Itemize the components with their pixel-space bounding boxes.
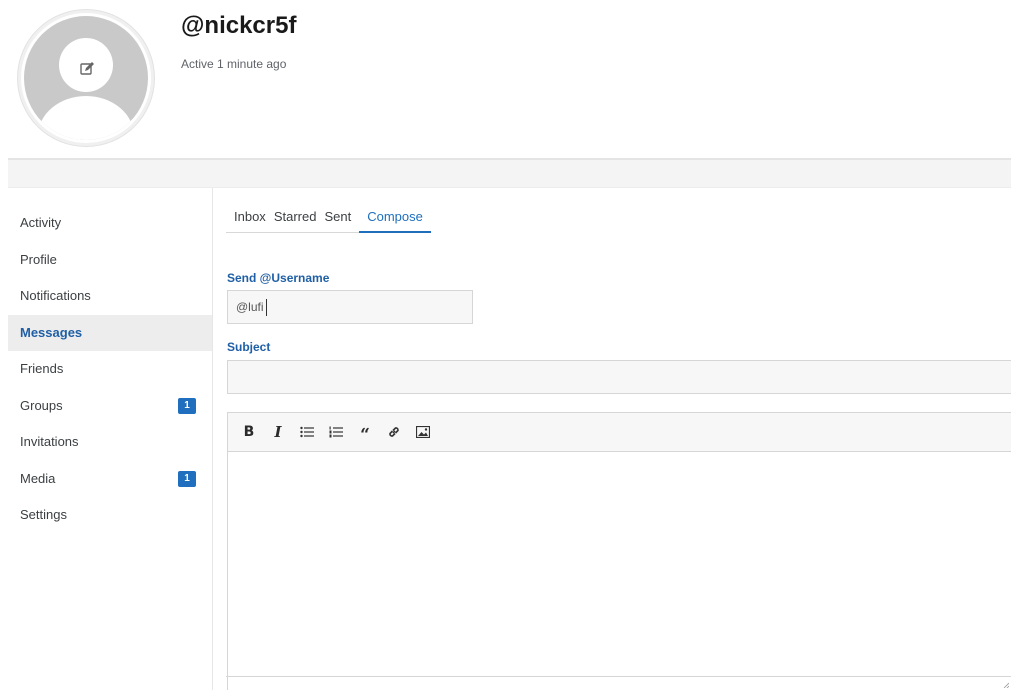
- activity-status: Active 1 minute ago: [181, 57, 287, 71]
- italic-icon[interactable]: I: [265, 419, 291, 445]
- message-body-textarea[interactable]: [228, 452, 1011, 677]
- sidebar: Activity Profile Notifications Messages …: [8, 205, 212, 534]
- tab-starred[interactable]: Starred: [274, 205, 325, 233]
- numbered-list-icon[interactable]: [323, 419, 349, 445]
- tab-inbox[interactable]: Inbox: [226, 205, 274, 233]
- editor-toolbar: B I “: [228, 413, 1011, 452]
- bullet-list-icon[interactable]: [294, 419, 320, 445]
- message-editor: B I “: [227, 412, 1011, 690]
- sidebar-item-label: Settings: [20, 507, 67, 522]
- sidebar-item-friends[interactable]: Friends: [8, 351, 212, 388]
- sidebar-item-label: Messages: [20, 324, 83, 340]
- count-badge: 1: [178, 397, 196, 414]
- profile-header: @nickcr5f Active 1 minute ago: [0, 0, 1011, 158]
- send-username-label: Send @Username: [227, 271, 330, 285]
- edit-icon[interactable]: [79, 61, 95, 77]
- count-badge: 1: [178, 470, 196, 487]
- subject-input[interactable]: [227, 360, 1011, 394]
- sidebar-item-label: Groups: [20, 397, 63, 413]
- sidebar-item-label: Invitations: [20, 434, 79, 449]
- text-cursor: [266, 299, 267, 316]
- sidebar-item-label: Activity: [20, 215, 62, 230]
- tab-sent[interactable]: Sent: [324, 205, 359, 233]
- sidebar-item-invitations[interactable]: Invitations: [8, 424, 212, 461]
- avatar[interactable]: [18, 10, 154, 146]
- sidebar-item-profile[interactable]: Profile: [8, 242, 212, 279]
- link-icon[interactable]: [381, 419, 407, 445]
- username-input[interactable]: [227, 290, 473, 324]
- message-tabs: Inbox Starred Sent Compose: [226, 205, 431, 233]
- avatar-body-shape: [38, 96, 134, 140]
- sidebar-item-label: Media: [20, 470, 56, 486]
- subject-label: Subject: [227, 340, 271, 354]
- avatar-placeholder: [24, 16, 148, 140]
- bold-icon[interactable]: B: [236, 419, 262, 445]
- profile-subnav-bar: [8, 158, 1011, 188]
- sidebar-item-activity[interactable]: Activity: [8, 205, 212, 242]
- image-icon[interactable]: [410, 419, 436, 445]
- quote-icon[interactable]: “: [352, 419, 378, 445]
- sidebar-item-groups[interactable]: Groups 1: [8, 388, 212, 425]
- tab-compose[interactable]: Compose: [359, 205, 431, 233]
- sidebar-item-label: Friends: [20, 361, 64, 376]
- sidebar-item-media[interactable]: Media 1: [8, 461, 212, 498]
- sidebar-divider: [212, 188, 213, 690]
- sidebar-item-label: Notifications: [20, 288, 91, 303]
- sidebar-item-notifications[interactable]: Notifications: [8, 278, 212, 315]
- messages-main: Inbox Starred Sent Compose Send @Usernam…: [226, 205, 1011, 690]
- sidebar-item-messages[interactable]: Messages: [8, 314, 212, 351]
- profile-username: @nickcr5f: [181, 12, 297, 39]
- resize-grip-icon[interactable]: [1003, 682, 1009, 688]
- editor-bottom-border: [226, 676, 1011, 677]
- sidebar-item-settings[interactable]: Settings: [8, 497, 212, 534]
- sidebar-item-label: Profile: [20, 251, 57, 267]
